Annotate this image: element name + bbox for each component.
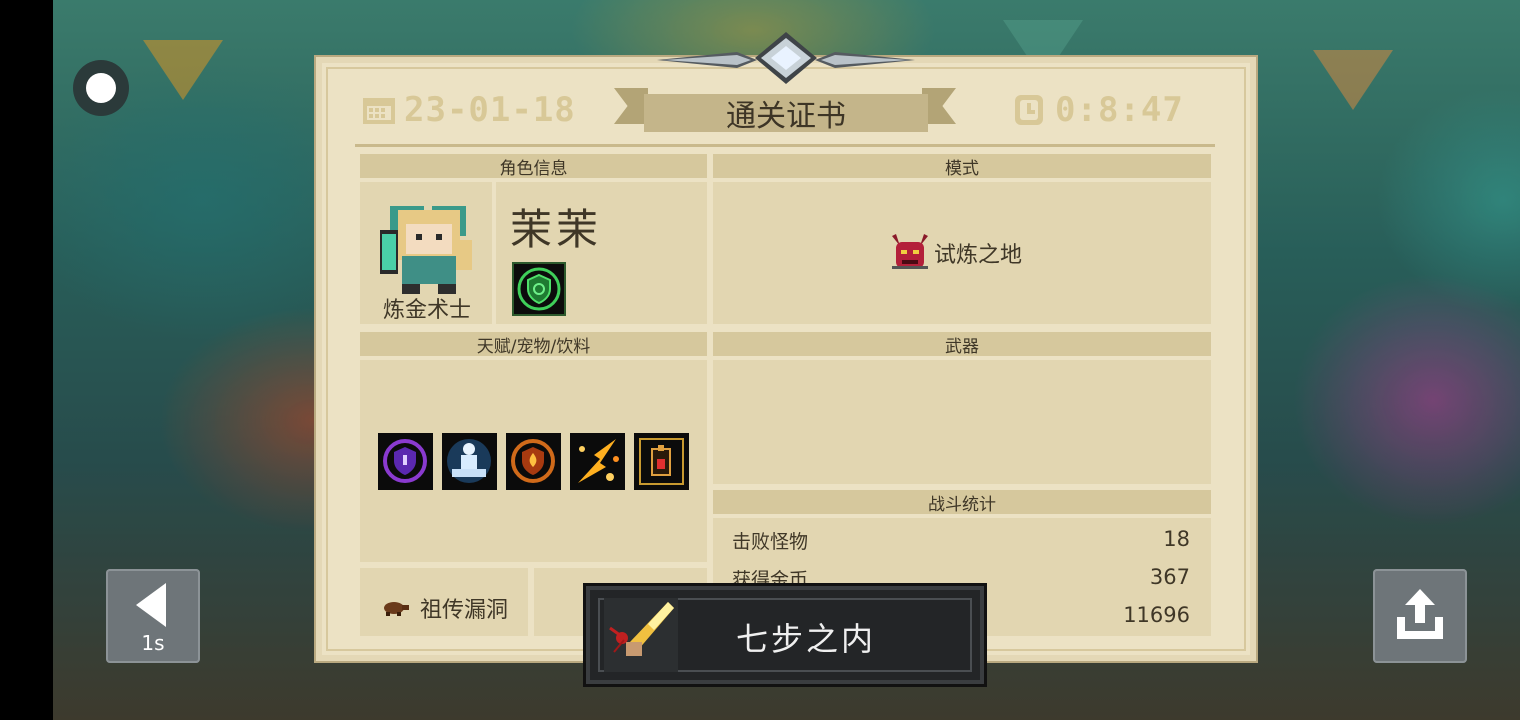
left-black-bar [0,0,53,720]
talent-slot [506,433,561,490]
achievement-toast: 七步之内 [586,586,984,684]
talent-slot [570,433,625,490]
title-ribbon: 通关证书 [614,88,956,134]
mode-name: 试炼之地 [934,243,1023,268]
date-text: 23-01-18 [404,90,576,130]
stat-row: 击败怪物 18 [732,527,1190,554]
talent-slot [378,433,433,490]
section-combat-stats: 战斗统计 [713,490,1211,515]
turtle-pet-icon [384,602,409,616]
fire-shield-talent-icon [511,439,555,483]
clock-icon [1015,95,1043,125]
purple-shield-talent-icon [383,439,427,483]
stat-value: 367 [1149,565,1190,589]
character-avatar [380,206,472,294]
section-talents: 天赋/宠物/饮料 [360,332,707,357]
record-button[interactable] [73,60,129,116]
demon-mask-icon [892,234,928,269]
bunting-flag [1313,50,1393,110]
skill-slot [512,262,566,316]
talent-slot [442,433,497,490]
pet-display: 祖传漏洞 [380,592,508,624]
toast-icon-frame [604,598,678,672]
character-class: 炼金术士 [382,298,471,323]
talent-list [378,433,689,490]
green-shield-skill-icon [517,267,561,311]
certificate-title: 通关证书 [644,94,928,134]
stat-label: 击败怪物 [732,531,809,553]
back-arrow-icon [136,583,166,627]
section-character-info: 角色信息 [360,154,707,179]
character-name: 茉茉 [510,205,603,254]
date-display: 23-01-18 [362,90,576,130]
crest-ornament [657,32,915,84]
header-divider [355,144,1215,147]
sword-slash-icon [609,602,674,656]
record-icon [86,73,116,103]
time-display: 0:8:47 [1013,90,1184,130]
mode-display: 试炼之地 [888,232,1022,274]
stat-value: 18 [1163,527,1190,551]
ribbon-tail-left [614,88,648,124]
potion-talent-icon [639,438,684,485]
section-mode: 模式 [713,154,1211,179]
weapon-box [713,360,1211,484]
stat-value: 11696 [1123,603,1190,627]
bunting-flag [143,40,223,100]
time-text: 0:8:47 [1055,90,1184,130]
back-button[interactable]: 1s [106,569,200,663]
calendar-icon [363,98,395,124]
talent-slot [634,433,689,490]
pet-name: 祖传漏洞 [420,598,509,623]
share-icon [1397,589,1443,639]
spark-burst-talent-icon [578,439,619,483]
share-button[interactable] [1373,569,1467,663]
meditating-figure-talent-icon [447,439,491,483]
back-countdown: 1s [141,631,165,655]
section-weapon: 武器 [713,332,1211,357]
toast-text: 七步之内 [736,620,877,658]
